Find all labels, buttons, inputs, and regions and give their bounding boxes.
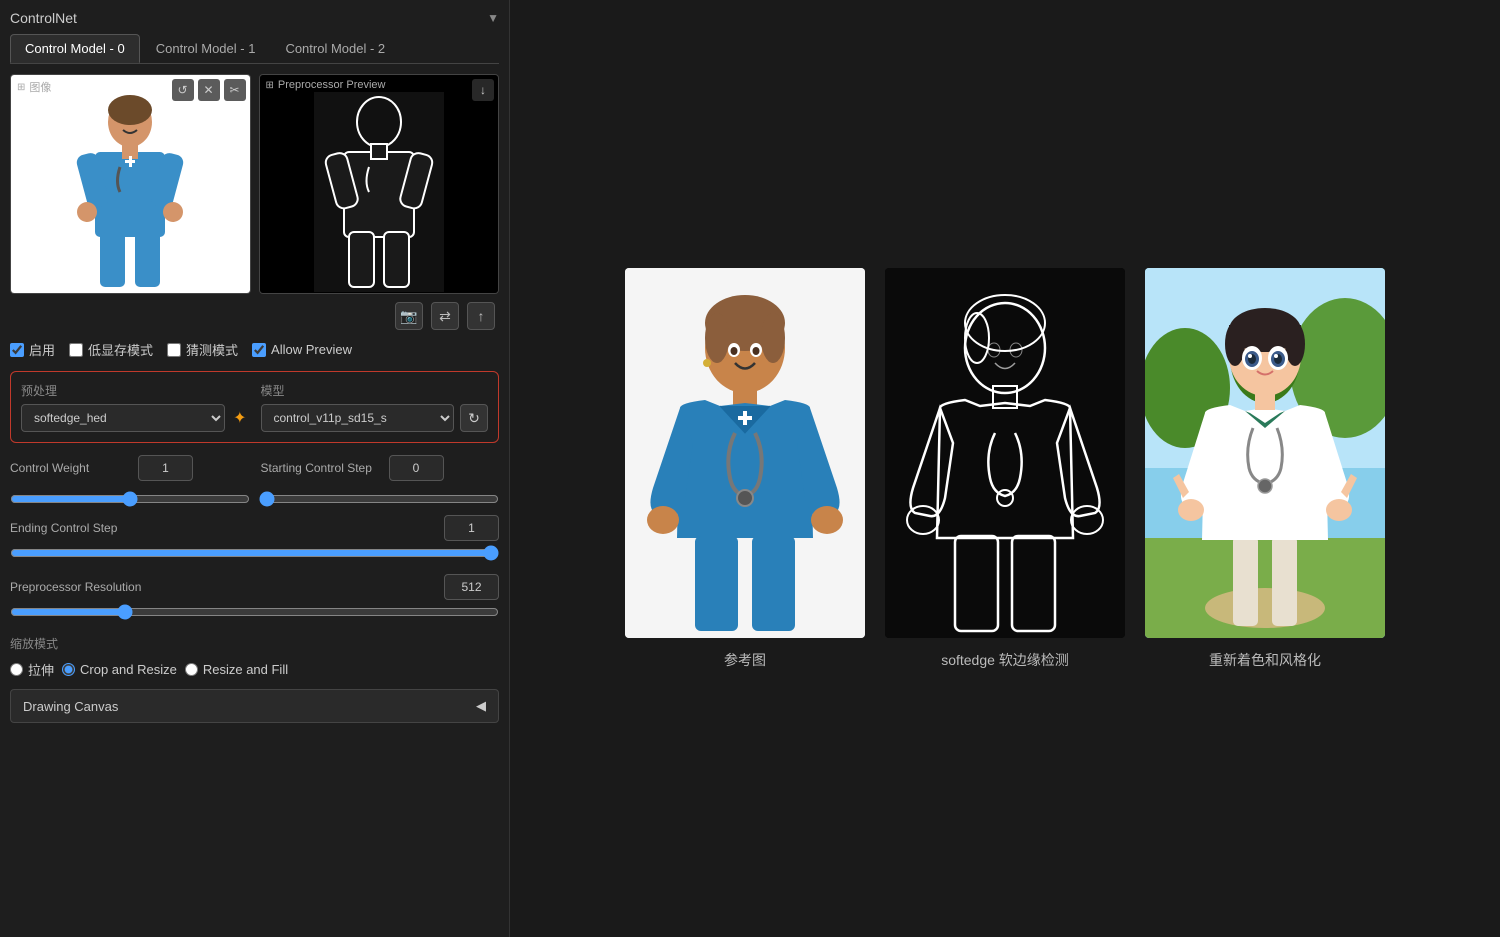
download-preprocessor-button[interactable]: ↓ <box>472 79 494 101</box>
drawing-canvas[interactable]: Drawing Canvas ◀ <box>10 689 499 723</box>
refresh-source-button[interactable]: ↺ <box>172 79 194 101</box>
gallery-image-2 <box>1145 268 1385 638</box>
ending-control-step-slider[interactable] <box>10 545 499 561</box>
control-weight-label: Control Weight <box>10 461 130 475</box>
allow-preview-checkbox[interactable] <box>252 343 266 357</box>
preprocessor-resolution-label: Preprocessor Resolution <box>10 580 141 594</box>
checkboxes-row: 启用 低显存模式 猜测模式 Allow Preview <box>10 340 499 359</box>
pm-row: 预处理 softedge_hed ✦ 模型 control_v11p_sd15_… <box>21 382 488 432</box>
preprocessor-image-controls: ↓ <box>472 79 494 101</box>
scale-fill-label: Resize and Fill <box>203 662 288 677</box>
gallery: 参考图 <box>625 268 1385 670</box>
ending-control-step-slider-container <box>10 545 499 564</box>
toolbar-row: 📷 ⇄ ↑ <box>10 302 499 330</box>
scale-mode-section: 缩放模式 拉伸 Crop and Resize Resize and Fill <box>10 635 499 679</box>
source-image-label: ⊞ 图像 <box>17 79 51 95</box>
scale-fill-radio[interactable] <box>185 663 198 676</box>
panel-title: ControlNet <box>10 10 77 26</box>
preprocessor-star-button[interactable]: ✦ <box>231 406 248 430</box>
model-input-row: control_v11p_sd15_s ↻ <box>261 404 489 432</box>
scale-stretch-radio[interactable] <box>10 663 23 676</box>
tabs-container: Control Model - 0 Control Model - 1 Cont… <box>10 34 499 64</box>
model-col: 模型 control_v11p_sd15_s ↻ <box>261 382 489 432</box>
starting-control-step-col: Starting Control Step 0 <box>261 455 500 487</box>
model-reload-button[interactable]: ↻ <box>460 404 488 432</box>
ending-control-step-value[interactable]: 1 <box>444 515 499 541</box>
preprocessor-col: 预处理 softedge_hed ✦ <box>21 382 249 432</box>
ending-control-step-row: Ending Control Step 1 <box>10 515 499 541</box>
scale-crop-radio[interactable] <box>62 663 75 676</box>
control-weight-value[interactable]: 1 <box>138 455 193 481</box>
enable-checkbox-item[interactable]: 启用 <box>10 340 55 359</box>
sliders-grid: Control Weight 1 Starting Control Step 0 <box>10 455 499 487</box>
tab-control-model-1[interactable]: Control Model - 1 <box>142 34 270 63</box>
scale-stretch-option[interactable]: 拉伸 <box>10 660 54 679</box>
gallery-item-1: softedge 软边缘检测 <box>885 268 1125 670</box>
source-image-controls: ↺ ✕ ✂ <box>172 79 246 101</box>
low-vram-label: 低显存模式 <box>88 340 153 359</box>
source-image <box>11 75 250 293</box>
allow-preview-checkbox-item[interactable]: Allow Preview <box>252 342 352 357</box>
guess-mode-label: 猜测模式 <box>186 340 238 359</box>
left-panel: ControlNet ▼ Control Model - 0 Control M… <box>0 0 510 937</box>
preprocessor-label: 预处理 <box>21 382 249 399</box>
model-select[interactable]: control_v11p_sd15_s <box>261 404 455 432</box>
source-image-box: ⊞ 图像 ↺ ✕ ✂ <box>10 74 251 294</box>
right-panel: 参考图 <box>510 0 1500 937</box>
gallery-item-0: 参考图 <box>625 268 865 670</box>
scale-fill-option[interactable]: Resize and Fill <box>185 662 288 677</box>
guess-mode-checkbox[interactable] <box>167 343 181 357</box>
swap-icon-button[interactable]: ⇄ <box>431 302 459 330</box>
close-source-button[interactable]: ✕ <box>198 79 220 101</box>
starting-control-step-slider[interactable] <box>259 491 499 507</box>
gallery-item-2: 重新着色和风格化 <box>1145 268 1385 670</box>
allow-preview-label: Allow Preview <box>271 342 352 357</box>
drawing-canvas-label: Drawing Canvas <box>23 699 118 714</box>
dual-slider-row <box>10 491 499 505</box>
enable-checkbox[interactable] <box>10 343 24 357</box>
camera-icon-button[interactable]: 📷 <box>395 302 423 330</box>
preprocessor-image <box>260 75 499 293</box>
drawing-canvas-icon: ◀ <box>476 698 486 714</box>
control-weight-col: Control Weight 1 <box>10 455 249 487</box>
scale-options: 拉伸 Crop and Resize Resize and Fill <box>10 660 499 679</box>
ending-control-step-label: Ending Control Step <box>10 521 130 535</box>
preprocessor-resolution-value[interactable]: 512 <box>444 574 499 600</box>
enable-label: 启用 <box>29 340 55 359</box>
scale-crop-option[interactable]: Crop and Resize <box>62 662 177 677</box>
preprocessor-image-box: ⊞ Preprocessor Preview ↓ <box>259 74 500 294</box>
low-vram-checkbox[interactable] <box>69 343 83 357</box>
preprocessor-resolution-row: Preprocessor Resolution 512 <box>10 574 499 600</box>
panel-collapse-icon[interactable]: ▼ <box>487 11 499 25</box>
gallery-image-0 <box>625 268 865 638</box>
gallery-caption-0: 参考图 <box>724 650 766 670</box>
panel-header: ControlNet ▼ <box>10 10 499 26</box>
preprocessor-input-row: softedge_hed ✦ <box>21 404 249 432</box>
gallery-caption-2: 重新着色和风格化 <box>1209 650 1321 670</box>
starting-control-step-value[interactable]: 0 <box>389 455 444 481</box>
low-vram-checkbox-item[interactable]: 低显存模式 <box>69 340 153 359</box>
scale-stretch-label: 拉伸 <box>28 660 54 679</box>
control-weight-row: Control Weight 1 <box>10 455 249 481</box>
image-panels-row: ⊞ 图像 ↺ ✕ ✂ <box>10 74 499 294</box>
gallery-caption-1: softedge 软边缘检测 <box>941 650 1069 670</box>
scale-crop-label: Crop and Resize <box>80 662 177 677</box>
preprocessor-resolution-slider[interactable] <box>10 604 499 620</box>
tab-control-model-0[interactable]: Control Model - 0 <box>10 34 140 63</box>
guess-mode-checkbox-item[interactable]: 猜测模式 <box>167 340 238 359</box>
preprocessor-select[interactable]: softedge_hed <box>21 404 225 432</box>
preprocessor-image-label: ⊞ Preprocessor Preview <box>266 79 386 91</box>
tab-control-model-2[interactable]: Control Model - 2 <box>271 34 399 63</box>
starting-control-step-row: Starting Control Step 0 <box>261 455 500 481</box>
starting-control-step-label: Starting Control Step <box>261 461 381 475</box>
upload-icon-button[interactable]: ↑ <box>467 302 495 330</box>
preprocessor-resolution-slider-container <box>10 604 499 623</box>
edit-source-button[interactable]: ✂ <box>224 79 246 101</box>
gallery-image-1 <box>885 268 1125 638</box>
scale-mode-label: 缩放模式 <box>10 635 499 652</box>
preprocessor-model-section: 预处理 softedge_hed ✦ 模型 control_v11p_sd15_… <box>10 371 499 443</box>
control-weight-slider[interactable] <box>10 491 250 507</box>
model-label: 模型 <box>261 382 489 399</box>
